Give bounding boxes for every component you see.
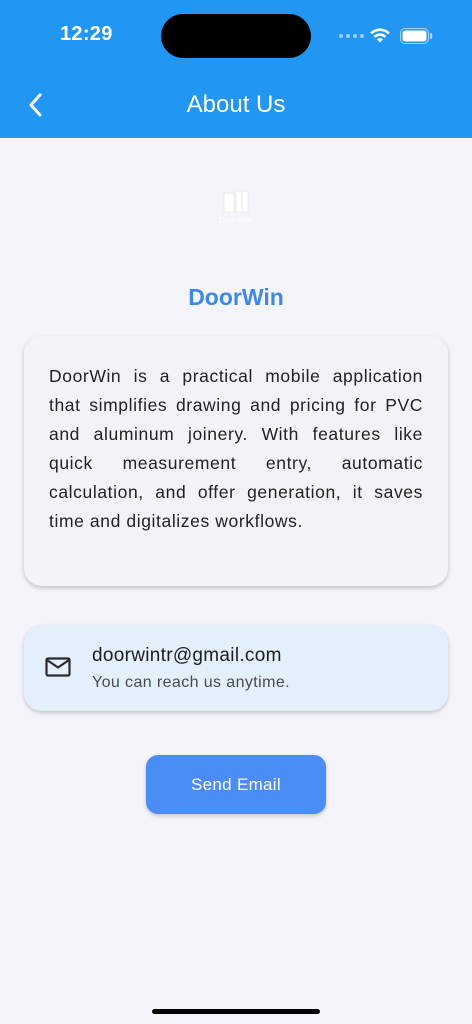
battery-icon bbox=[400, 28, 433, 44]
page-title: About Us bbox=[186, 91, 286, 118]
description-card: DoorWin is a practical mobile applicatio… bbox=[24, 336, 448, 586]
contact-email: doorwintr@gmail.com bbox=[92, 645, 282, 666]
app-logo: DoorWin bbox=[210, 190, 262, 236]
door-logo-icon bbox=[223, 190, 249, 213]
send-email-button[interactable]: Send Email bbox=[146, 755, 326, 814]
home-indicator bbox=[152, 1009, 320, 1014]
wifi-icon bbox=[370, 28, 390, 43]
contact-card[interactable]: doorwintr@gmail.com You can reach us any… bbox=[24, 625, 448, 711]
logo-caption: DoorWin bbox=[218, 216, 254, 225]
contact-subtitle: You can reach us anytime. bbox=[92, 674, 290, 691]
description-text: DoorWin is a practical mobile applicatio… bbox=[49, 366, 423, 531]
brand-name: DoorWin bbox=[188, 284, 284, 310]
app-bar: 12:29 About Us bbox=[0, 0, 472, 138]
signal-dots-icon bbox=[339, 34, 364, 38]
mail-icon bbox=[45, 657, 71, 677]
status-time: 12:29 bbox=[60, 23, 113, 45]
dynamic-island bbox=[161, 14, 311, 58]
